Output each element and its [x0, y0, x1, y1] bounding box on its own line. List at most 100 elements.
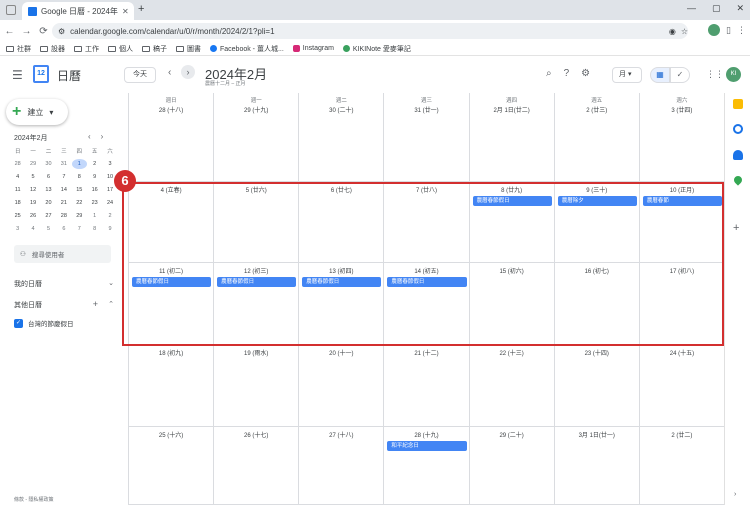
tab-search-icon[interactable] [6, 5, 16, 15]
day-cell[interactable]: 27 (十八) [299, 427, 385, 505]
day-cell[interactable]: 12 (初三) [214, 263, 300, 345]
mini-day[interactable]: 30 [41, 159, 56, 169]
day-number[interactable]: 6 (廿七) [299, 185, 383, 194]
day-number[interactable]: 10 (正月) [640, 185, 724, 194]
mini-day[interactable]: 21 [56, 198, 71, 208]
bookmark-folder[interactable]: 社群 [6, 44, 31, 54]
day-number[interactable]: 26 (十七) [214, 430, 298, 439]
bookmark-folder[interactable]: 稿子 [142, 44, 167, 54]
mini-next-button[interactable]: › [101, 132, 104, 141]
today-button[interactable]: 今天 [124, 67, 156, 83]
get-addons-icon[interactable]: + [733, 222, 739, 234]
people-search-input[interactable]: ⚇ 搜尋使用者 [14, 245, 111, 263]
day-cell[interactable]: 2 (廿二) [639, 427, 725, 505]
mini-day[interactable]: 8 [72, 172, 87, 182]
other-calendars-section[interactable]: 其他日曆 + ⌃ [14, 299, 114, 310]
event-chip[interactable]: 和平紀念日 [387, 441, 467, 451]
event-chip[interactable]: 農曆春節假日 [472, 196, 552, 206]
day-number[interactable]: 29 (二十) [470, 430, 554, 439]
day-cell[interactable]: 6 (廿七) [299, 182, 385, 263]
day-cell[interactable]: 23 (十四) [554, 345, 640, 427]
add-calendar-icon[interactable]: + [93, 299, 98, 309]
settings-gear-icon[interactable]: ⚙ [581, 68, 590, 79]
day-cell[interactable]: 5 (廿六) [214, 182, 300, 263]
day-number[interactable]: 15 (初六) [470, 266, 554, 275]
chevron-up-icon[interactable]: ⌃ [108, 300, 114, 308]
mini-day[interactable]: 28 [10, 159, 25, 169]
day-cell[interactable]: 17 (初八) [639, 263, 725, 345]
day-cell[interactable]: 28 (十九) [384, 427, 470, 505]
day-number[interactable]: 11 (初二) [129, 266, 213, 275]
day-cell[interactable]: 週五 2 (廿三) [554, 93, 640, 182]
eye-icon[interactable]: ◉ [669, 27, 676, 36]
day-cell[interactable]: 21 (十二) [384, 345, 470, 427]
day-number[interactable]: 14 (初五) [384, 266, 468, 275]
day-number[interactable]: 12 (初三) [214, 266, 298, 275]
day-cell[interactable]: 29 (二十) [469, 427, 555, 505]
day-number[interactable]: 3月 1日(廿一) [555, 430, 639, 439]
mini-day[interactable]: 20 [41, 198, 56, 208]
mini-day[interactable]: 18 [10, 198, 25, 208]
calendar-view-toggle[interactable]: ▦ [650, 67, 670, 83]
site-info-icon[interactable]: ⚙ [58, 27, 65, 36]
terms-privacy-link[interactable]: 條款 - 隱私權政策 [14, 496, 53, 503]
day-cell[interactable]: 14 (初五) [384, 263, 470, 345]
mini-day[interactable]: 2 [102, 211, 117, 221]
tasks-view-toggle[interactable]: ✓ [670, 67, 690, 83]
day-cell[interactable]: 25 (十六) [129, 427, 215, 505]
mini-day[interactable]: 9 [87, 172, 102, 182]
mini-day[interactable]: 4 [10, 172, 25, 182]
day-number[interactable]: 18 (初九) [129, 348, 213, 357]
event-chip[interactable]: 農曆春節假日 [387, 277, 467, 287]
day-cell[interactable]: 週六 3 (廿四) [639, 93, 725, 182]
create-button[interactable]: + 建立 ▾ [6, 99, 68, 125]
mini-day[interactable]: 22 [72, 198, 87, 208]
day-cell[interactable]: 19 (雨水) [214, 345, 300, 427]
calendar-item-taiwan-holidays[interactable]: ✓ 台灣的節慶假日 [14, 318, 74, 328]
forward-button[interactable]: → [19, 26, 34, 37]
day-number[interactable]: 21 (十二) [384, 348, 468, 357]
profile-avatar[interactable] [708, 24, 721, 36]
url-field[interactable]: ⚙ calendar.google.com/calendar/u/0/r/mon… [52, 23, 688, 39]
day-number[interactable]: 2 (廿三) [555, 105, 639, 114]
mini-day[interactable]: 28 [56, 211, 71, 221]
day-number[interactable]: 13 (初四) [299, 266, 383, 275]
contacts-icon[interactable] [733, 150, 743, 160]
mini-day[interactable]: 6 [56, 224, 71, 234]
mini-day[interactable]: 23 [87, 198, 102, 208]
day-cell[interactable]: 20 (十一) [299, 345, 385, 427]
mini-day[interactable]: 29 [72, 211, 87, 221]
maximize-button[interactable]: ▢ [712, 3, 721, 14]
minimize-button[interactable]: — [687, 3, 696, 14]
mini-day[interactable]: 11 [10, 185, 25, 195]
menu-dots-icon[interactable]: ⋮ [737, 25, 746, 36]
event-chip[interactable]: 農曆春節假日 [132, 277, 212, 287]
side-panel-icon[interactable]: ▯ [726, 25, 731, 36]
day-cell[interactable]: 16 (初七) [554, 263, 640, 345]
mini-prev-button[interactable]: ‹ [88, 132, 91, 141]
mini-day[interactable]: 3 [102, 159, 117, 169]
day-number[interactable]: 30 (二十) [299, 105, 383, 114]
day-number[interactable]: 20 (十一) [299, 348, 383, 357]
mini-day[interactable]: 7 [72, 224, 87, 234]
day-number[interactable]: 28 (十九) [384, 430, 468, 439]
keep-icon[interactable] [733, 99, 743, 109]
day-number[interactable]: 22 (十三) [470, 348, 554, 357]
day-number[interactable]: 23 (十四) [555, 348, 639, 357]
day-number[interactable]: 2 (廿二) [640, 430, 724, 439]
mini-day[interactable]: 9 [102, 224, 117, 234]
event-chip[interactable]: 農曆春節 [642, 196, 722, 206]
day-number[interactable]: 24 (十五) [640, 348, 724, 357]
day-cell[interactable]: 週四 2月 1日(廿二) [469, 93, 555, 182]
day-number[interactable]: 25 (十六) [129, 430, 213, 439]
mini-day[interactable]: 13 [41, 185, 56, 195]
new-tab-button[interactable]: + [138, 3, 144, 15]
day-cell[interactable]: 11 (初二) [129, 263, 215, 345]
tasks-icon[interactable] [733, 124, 743, 134]
event-chip[interactable]: 農曆除夕 [557, 196, 637, 206]
bookmark-folder[interactable]: 圖書 [176, 44, 201, 54]
day-cell[interactable]: 8 (廿九) [469, 182, 555, 263]
day-cell[interactable]: 7 (廿八) [384, 182, 470, 263]
chevron-right-icon[interactable]: › [734, 491, 736, 498]
event-chip[interactable]: 農曆春節假日 [302, 277, 382, 287]
